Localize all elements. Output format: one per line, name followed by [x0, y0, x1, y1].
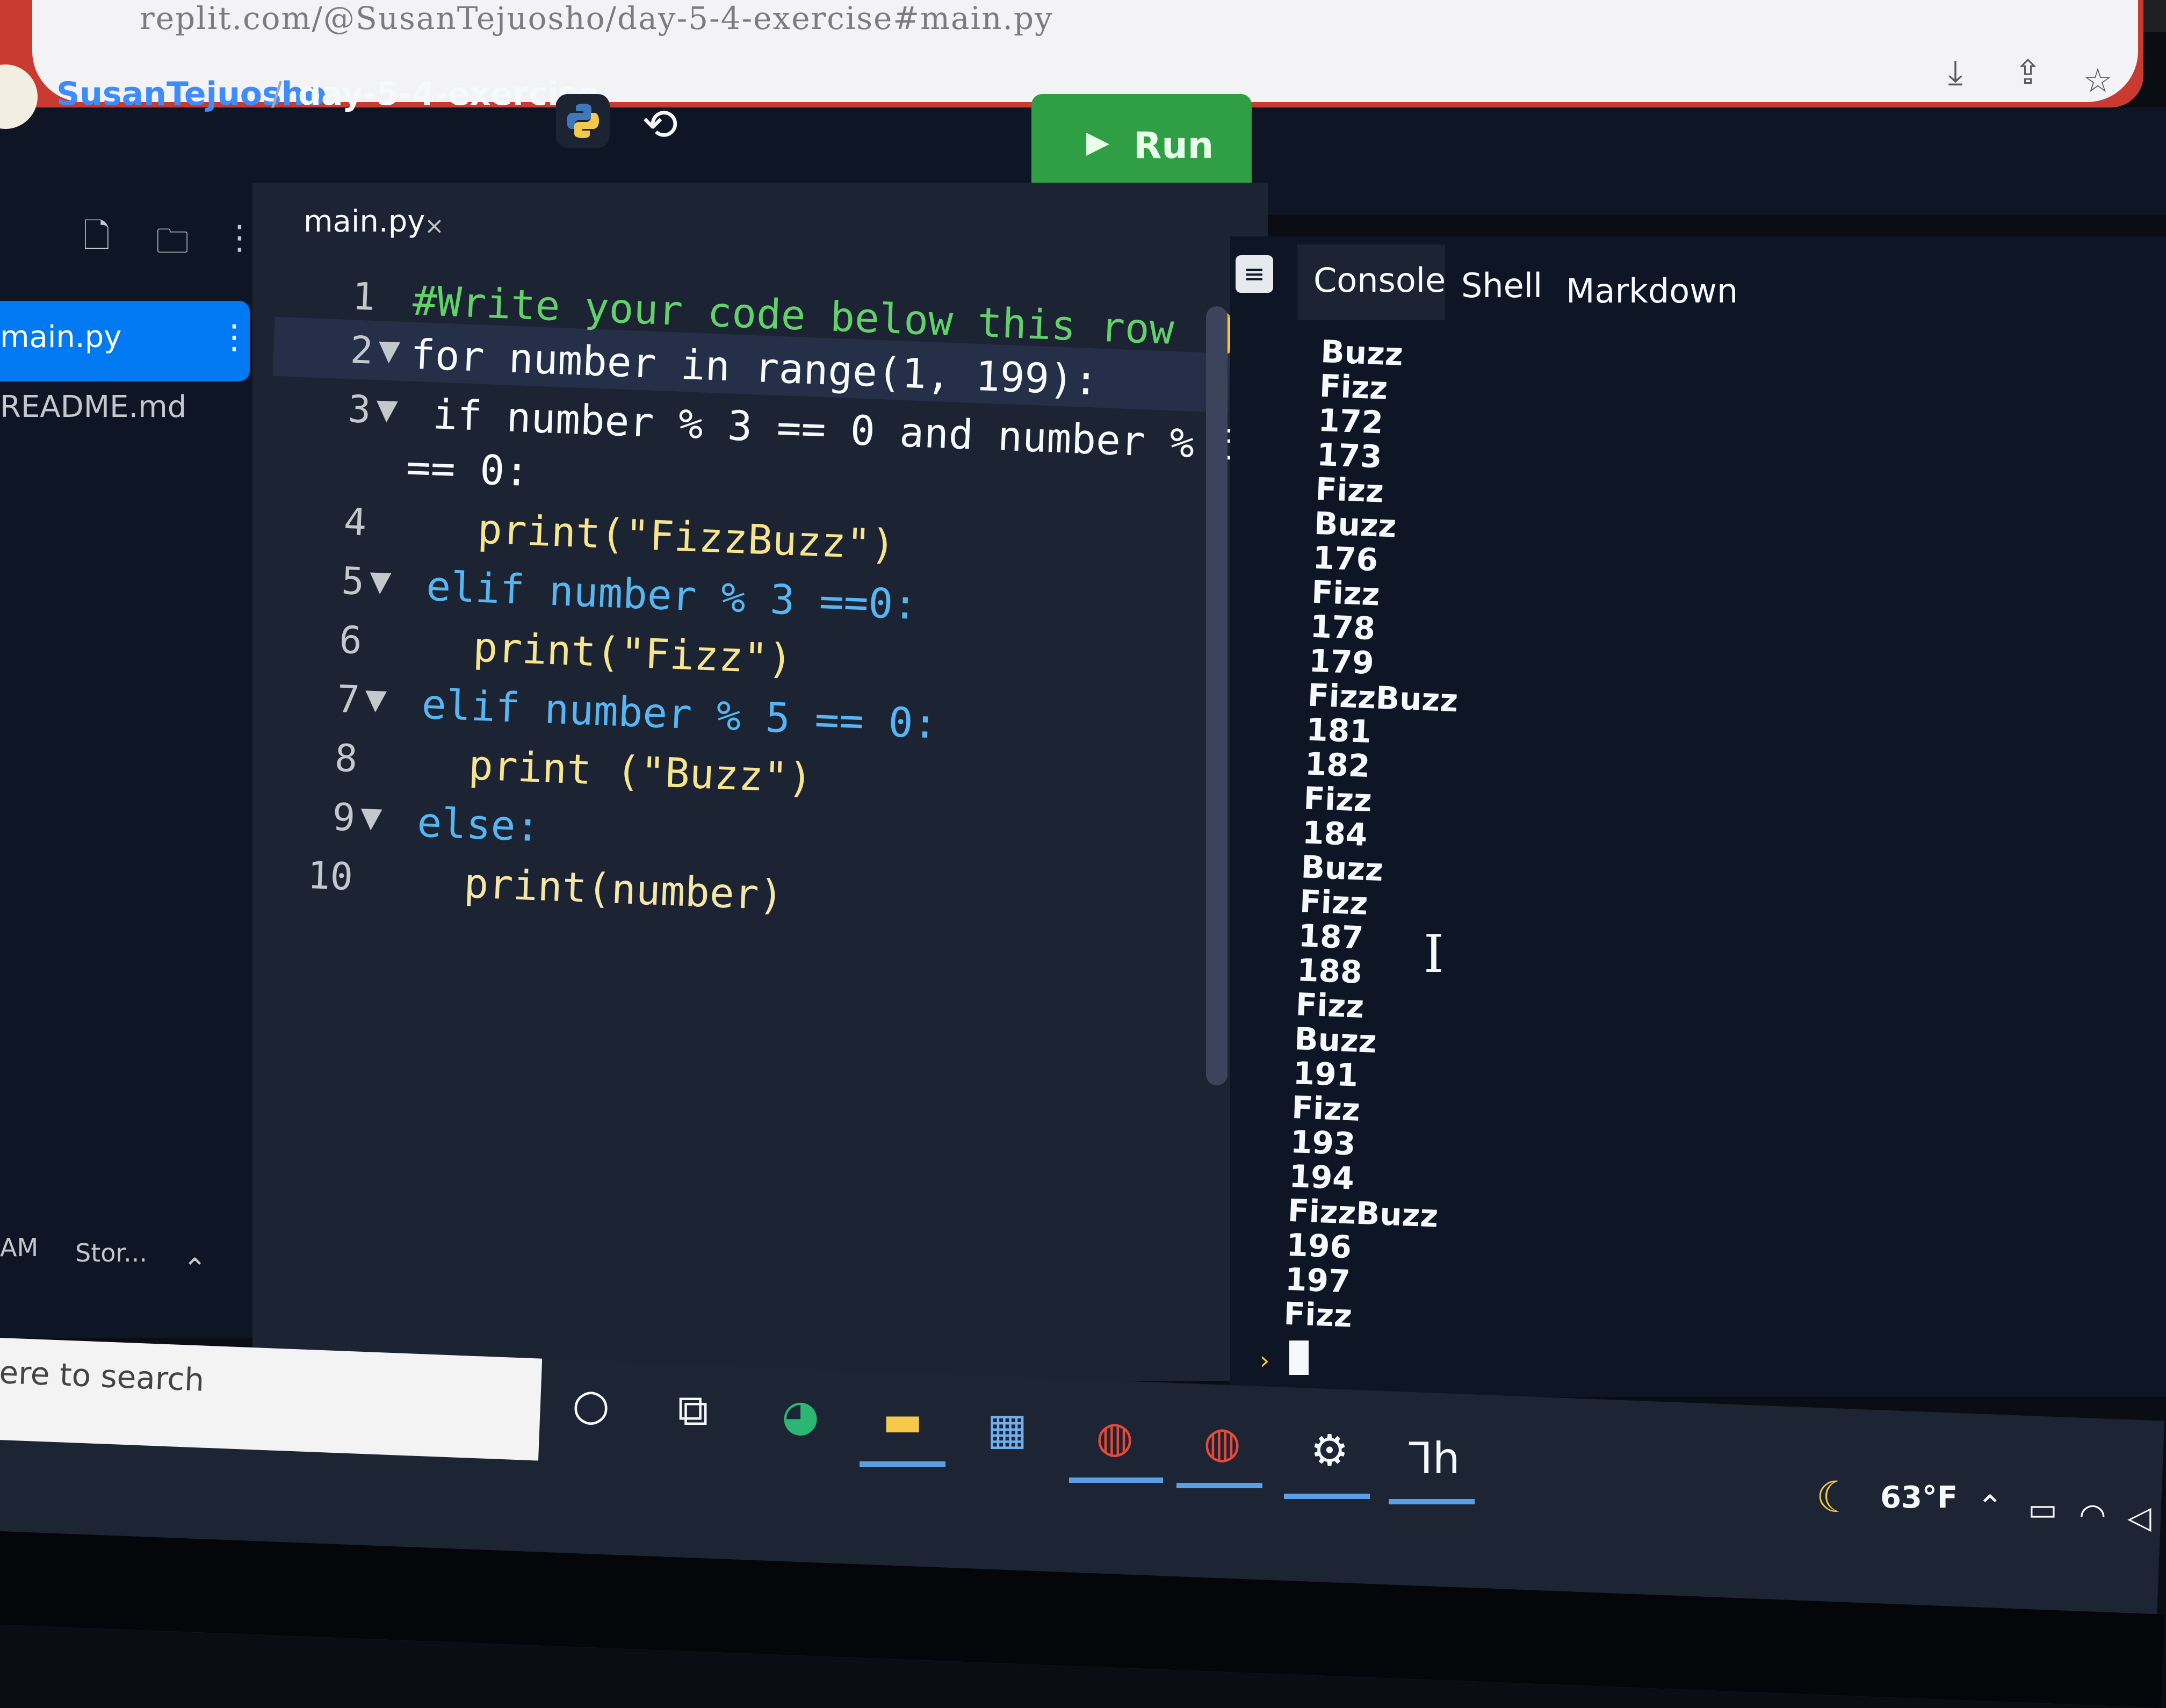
edge-icon[interactable]: ◕	[771, 1386, 830, 1445]
line-number: 2	[349, 328, 374, 373]
file-item-readme[interactable]: README.md	[0, 390, 186, 424]
console-line: Fizz	[1315, 470, 1385, 510]
store-icon[interactable]: ▦	[978, 1400, 1037, 1459]
new-folder-icon[interactable]: 🗀	[156, 218, 189, 274]
console-line: Fizz	[1303, 780, 1373, 819]
settings-gear-icon[interactable]: ⚙	[1300, 1421, 1359, 1480]
user-link[interactable]: SusanTejuosho	[56, 75, 327, 113]
download-icon[interactable]: ⤓	[1934, 51, 1977, 94]
console-line: Buzz	[1313, 505, 1397, 545]
console-line: 188	[1296, 952, 1363, 991]
line-number: 10	[307, 853, 354, 899]
console-line: 182	[1304, 745, 1371, 785]
console-line: Fizz	[1311, 573, 1381, 613]
resource-label-storage: Stor...	[75, 1238, 147, 1267]
console-line: Fizz	[1318, 367, 1389, 407]
panel-toggle-icon[interactable]: ≡	[1236, 255, 1273, 293]
run-label[interactable]: Run	[1133, 125, 1214, 167]
fold-toggle-icon[interactable]: ▼	[364, 683, 387, 716]
editor-scrollbar[interactable]	[1206, 306, 1228, 1085]
line-number: 5	[341, 558, 365, 604]
history-icon[interactable]: ⟲	[642, 99, 678, 149]
code-line-wrapped[interactable]: == 0:	[405, 443, 530, 495]
task-view-icon[interactable]: ⧉	[663, 1381, 723, 1440]
code-line[interactable]: else:	[392, 797, 541, 851]
battery-icon[interactable]: ▭	[2028, 1491, 2057, 1527]
url-text[interactable]: replit.com/@SusanTejuosho/day-5-4-exerci…	[140, 0, 1053, 37]
console-line: Buzz	[1320, 333, 1404, 373]
file-explorer-icon[interactable]: ▬	[873, 1392, 932, 1451]
running-indicator	[1176, 1483, 1262, 1488]
running-indicator	[1389, 1499, 1475, 1504]
chrome-profile-s-icon[interactable]: ◍	[1085, 1408, 1144, 1467]
console-line: Buzz	[1300, 848, 1384, 889]
breadcrumb-separator: /	[271, 75, 283, 113]
console-line: 187	[1297, 917, 1364, 956]
python-language-icon[interactable]	[556, 94, 610, 148]
repl-name[interactable]: day-5-4-exercise	[298, 75, 600, 113]
console-line: Fizz	[1295, 986, 1365, 1025]
chevron-up-icon[interactable]: ⌃	[1977, 1488, 2003, 1525]
console-line: 178	[1309, 608, 1376, 647]
search-placeholder[interactable]: ere to search	[0, 1354, 205, 1399]
running-indicator	[860, 1461, 945, 1467]
fold-toggle-icon[interactable]: ▼	[376, 393, 398, 426]
console-line: 196	[1286, 1226, 1353, 1266]
tab-shell[interactable]: Shell	[1461, 266, 1542, 305]
tab-markdown[interactable]: Markdown	[1566, 271, 1738, 311]
volume-icon[interactable]: ◁	[2127, 1499, 2151, 1536]
chrome-profile-g-icon[interactable]: ◍	[1193, 1413, 1252, 1472]
taskbar-search-input[interactable]	[0, 1338, 543, 1461]
line-number: 7	[336, 676, 361, 722]
running-indicator	[1284, 1494, 1370, 1499]
running-indicator	[1069, 1478, 1163, 1483]
console-line: Fizz	[1283, 1295, 1353, 1335]
file-menu-icon[interactable]: ⋮	[218, 317, 251, 356]
more-options-icon[interactable]: ⋮	[223, 218, 256, 257]
console-line: 179	[1308, 642, 1375, 682]
console-line: 191	[1292, 1055, 1359, 1094]
line-number: 1	[351, 274, 376, 319]
line-number: 9	[331, 795, 356, 840]
console-line: 197	[1284, 1260, 1351, 1300]
console-line: 176	[1312, 539, 1379, 579]
line-number: 4	[343, 499, 367, 545]
font-app-icon[interactable]: Ꞁh	[1405, 1429, 1464, 1488]
new-file-icon[interactable]: 🗋	[83, 212, 110, 269]
wifi-icon[interactable]: ◠	[2079, 1496, 2106, 1533]
text-cursor-icon: I	[1424, 924, 1444, 984]
weather-moon-icon[interactable]: ☾	[1816, 1472, 1854, 1522]
line-number: 3	[347, 387, 372, 432]
fold-toggle-icon[interactable]: ▼	[360, 802, 382, 834]
star-icon[interactable]: ☆	[2076, 59, 2119, 102]
play-icon[interactable]: ▶	[1086, 125, 1109, 160]
console-line: 173	[1316, 436, 1383, 475]
file-item-label[interactable]: main.py	[0, 320, 121, 355]
tab-console[interactable]: Console	[1313, 261, 1446, 300]
fold-toggle-icon[interactable]: ▼	[378, 334, 400, 367]
fold-toggle-icon[interactable]: ▼	[369, 565, 392, 598]
console-line: Buzz	[1294, 1020, 1377, 1060]
cortana-circle-icon[interactable]: ○	[561, 1375, 620, 1435]
console-line: 194	[1288, 1157, 1355, 1197]
console-cursor[interactable]	[1289, 1341, 1309, 1375]
tab-main-py[interactable]: main.py	[304, 204, 425, 239]
console-line: Fizz	[1299, 883, 1369, 923]
resource-label-ram: AM	[0, 1233, 39, 1262]
console-prompt: ›	[1260, 1346, 1270, 1375]
chevron-up-icon[interactable]: ⌃	[183, 1252, 207, 1286]
console-line: 181	[1305, 711, 1372, 751]
console-line: Fizz	[1291, 1089, 1361, 1128]
line-number: 8	[334, 736, 358, 781]
weather-temperature[interactable]: 63°F	[1880, 1480, 1958, 1515]
console-line: 172	[1317, 401, 1384, 441]
share-icon[interactable]: ⇪	[2006, 51, 2049, 94]
close-icon[interactable]: ×	[424, 212, 444, 240]
line-number: 6	[338, 617, 363, 663]
console-line: 184	[1301, 814, 1368, 853]
console-line: 193	[1289, 1123, 1356, 1163]
